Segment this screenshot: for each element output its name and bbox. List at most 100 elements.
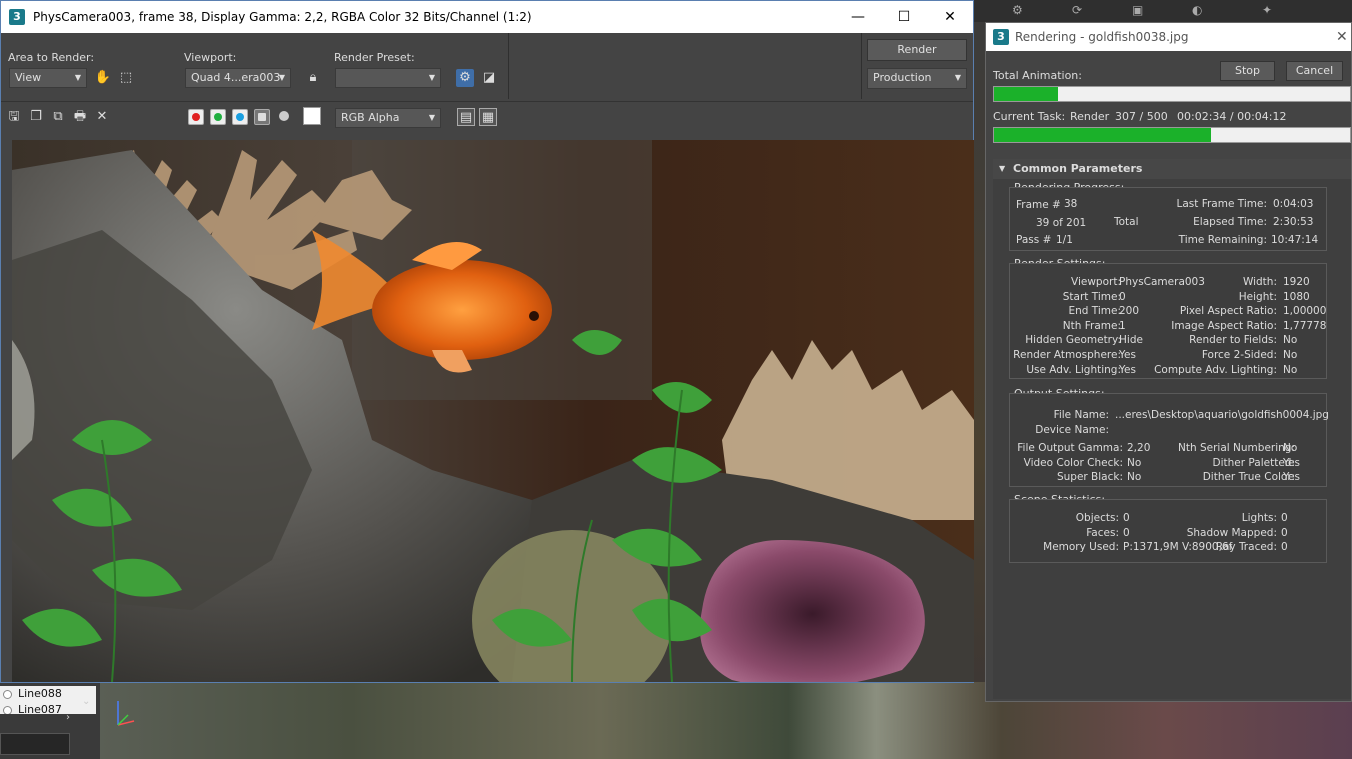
current-task-progress-bar bbox=[993, 127, 1351, 143]
output-settings-left-label: Super Black: bbox=[1056, 471, 1123, 484]
time-remaining-label: Time Remaining: bbox=[1178, 234, 1267, 246]
clear-icon[interactable]: ✕ bbox=[93, 108, 111, 126]
monochrome-icon[interactable] bbox=[279, 111, 289, 121]
scene-statistics-left-value: 0 bbox=[1123, 512, 1130, 524]
render-settings-left-value: 200 bbox=[1119, 305, 1140, 318]
background-main-toolbar: ⚙ ⟳ ▣ ◐ ✦ bbox=[972, 0, 1352, 22]
toolbar-icon[interactable]: ✦ bbox=[1262, 3, 1272, 17]
total-label: Total bbox=[1114, 216, 1139, 228]
frame-toolbar: 🖫︎ ❐ ⧉ 🖶︎ ✕ RGB Alpha ▼ ▤ ▦ bbox=[1, 101, 973, 131]
render-preset-label: Render Preset: bbox=[334, 51, 415, 64]
close-button[interactable]: ✕ bbox=[927, 1, 973, 33]
render-setup-icon[interactable]: ⚙ bbox=[456, 69, 474, 87]
scene-statistics-left-label: Faces: bbox=[1086, 526, 1119, 539]
frame-value: 38 bbox=[1064, 198, 1078, 210]
print-icon[interactable]: 🖶︎ bbox=[71, 108, 89, 126]
lock-icon[interactable]: 🔒︎ bbox=[304, 69, 322, 87]
divider bbox=[508, 33, 509, 99]
total-animation-progress-bar bbox=[993, 86, 1351, 102]
area-to-render-label: Area to Render: bbox=[8, 51, 95, 64]
green-channel-toggle[interactable] bbox=[210, 109, 226, 125]
render-settings-right-value: 1,00000 bbox=[1283, 305, 1327, 318]
device-name-label: Device Name: bbox=[1035, 424, 1109, 436]
cancel-button[interactable]: Cancel bbox=[1286, 61, 1343, 81]
save-icon[interactable]: 🖫︎ bbox=[5, 108, 23, 126]
frame-controls-panel: Area to Render: View ▼ ✋ ⬚ Viewport: Quad… bbox=[1, 33, 973, 101]
collapse-arrow-icon[interactable]: ▼ bbox=[999, 159, 1005, 179]
green-channel-icon bbox=[214, 113, 222, 121]
common-parameters-header[interactable]: ▼ Common Parameters bbox=[993, 159, 1351, 179]
output-settings-left-value: No bbox=[1127, 456, 1142, 469]
pan-hand-icon[interactable]: ✋ bbox=[94, 69, 112, 87]
blue-channel-toggle[interactable] bbox=[232, 109, 248, 125]
pass-label: Pass # bbox=[1016, 234, 1052, 246]
common-parameters-title: Common Parameters bbox=[1013, 162, 1143, 175]
current-task-time: 00:02:34 / 00:04:12 bbox=[1177, 110, 1287, 123]
toolbar-icon[interactable]: ▣ bbox=[1132, 3, 1143, 17]
list-item-label: Line087 bbox=[18, 703, 62, 714]
current-task-count: 307 / 500 bbox=[1115, 110, 1168, 123]
alpha-channel-icon bbox=[258, 113, 266, 121]
total-progress-fill bbox=[994, 87, 1059, 101]
area-to-render-value: View bbox=[15, 71, 42, 84]
render-settings-right-label: Image Aspect Ratio: bbox=[1171, 319, 1277, 332]
rendered-image bbox=[12, 140, 974, 682]
copy-icon[interactable]: ❐ bbox=[27, 108, 45, 126]
last-frame-time-value: 0:04:03 bbox=[1273, 198, 1314, 210]
render-settings-left-label: Nth Frame: bbox=[1062, 319, 1121, 332]
chevron-right-icon[interactable]: › bbox=[66, 712, 70, 723]
maximize-button[interactable]: ☐ bbox=[881, 1, 927, 33]
rendering-dialog-titlebar[interactable]: 3 Rendering - goldfish0038.jpg ✕ bbox=[986, 23, 1351, 51]
last-frame-time-label: Last Frame Time: bbox=[1176, 198, 1268, 210]
viewport-dropdown[interactable]: Quad 4...era003 ▼ bbox=[185, 68, 291, 88]
visibility-icon[interactable] bbox=[3, 690, 12, 699]
toggle-display-icon[interactable]: ▦ bbox=[479, 108, 497, 126]
channel-display-dropdown[interactable]: RGB Alpha ▼ bbox=[335, 108, 441, 128]
render-settings-right-label: Width: bbox=[1242, 276, 1277, 288]
render-preset-dropdown[interactable]: ▼ bbox=[335, 68, 441, 88]
viewport-value: Quad 4...era003 bbox=[191, 71, 281, 84]
list-item-label: Line088 bbox=[18, 687, 62, 700]
stop-button[interactable]: Stop bbox=[1220, 61, 1275, 81]
frame-buffer-window: 3 PhysCamera003, frame 38, Display Gamma… bbox=[0, 0, 974, 683]
scene-statistics-right-label: Lights: bbox=[1241, 512, 1277, 524]
scene-statistics-right-label: Shadow Mapped: bbox=[1186, 526, 1277, 539]
scroll-down-icon[interactable]: ⌄ bbox=[82, 696, 90, 707]
minimize-button[interactable]: — bbox=[835, 1, 881, 33]
production-dropdown[interactable]: Production ▼ bbox=[867, 68, 967, 89]
app-logo-icon: 3 bbox=[9, 9, 25, 25]
channel-display-value: RGB Alpha bbox=[341, 111, 400, 124]
toolbar-icon[interactable]: ◐ bbox=[1192, 3, 1202, 17]
scene-statistics-left-value: 0 bbox=[1123, 526, 1130, 539]
render-settings-left-label: Render Atmosphere: bbox=[1013, 349, 1121, 361]
rendering-dialog-title: Rendering - goldfish0038.jpg bbox=[1015, 30, 1189, 44]
frame-of-value: 39 of 201 bbox=[1036, 217, 1087, 229]
environment-effects-icon[interactable]: ◪ bbox=[480, 69, 498, 87]
current-progress-fill bbox=[994, 128, 1212, 142]
frame-window-titlebar[interactable]: 3 PhysCamera003, frame 38, Display Gamma… bbox=[1, 1, 973, 33]
area-to-render-dropdown[interactable]: View ▼ bbox=[9, 68, 87, 88]
viewport-label: Viewport: bbox=[184, 51, 237, 64]
swatch-color[interactable] bbox=[303, 107, 321, 125]
toggle-ui-icon[interactable]: ▤ bbox=[457, 108, 475, 126]
clone-window-icon[interactable]: ⧉ bbox=[49, 108, 67, 126]
scene-statistics-right-value: 0 bbox=[1281, 541, 1288, 554]
close-icon[interactable]: ✕ bbox=[1336, 23, 1348, 51]
visibility-icon[interactable] bbox=[3, 706, 12, 714]
render-button[interactable]: Render bbox=[867, 39, 967, 61]
scene-statistics-left-label: Objects: bbox=[1075, 512, 1119, 524]
current-task-value: Render bbox=[1070, 110, 1110, 123]
render-settings-right-label: Force 2-Sided: bbox=[1201, 349, 1277, 361]
dropdown-arrow-icon: ▼ bbox=[428, 73, 435, 82]
command-input[interactable] bbox=[0, 733, 70, 755]
pass-value: 1/1 bbox=[1056, 234, 1073, 246]
red-channel-toggle[interactable] bbox=[188, 109, 204, 125]
toolbar-icon[interactable]: ⟳ bbox=[1072, 3, 1082, 17]
output-settings-left-label: File Output Gamma: bbox=[1017, 442, 1123, 454]
toolbar-icon[interactable]: ⚙ bbox=[1012, 3, 1023, 17]
production-value: Production bbox=[873, 71, 932, 84]
render-settings-right-label: Pixel Aspect Ratio: bbox=[1179, 305, 1277, 318]
alpha-channel-toggle[interactable] bbox=[254, 109, 270, 125]
region-select-icon[interactable]: ⬚ bbox=[117, 69, 135, 87]
common-parameters-rollout: ▼ Common Parameters Rendering Progress: … bbox=[993, 159, 1351, 699]
